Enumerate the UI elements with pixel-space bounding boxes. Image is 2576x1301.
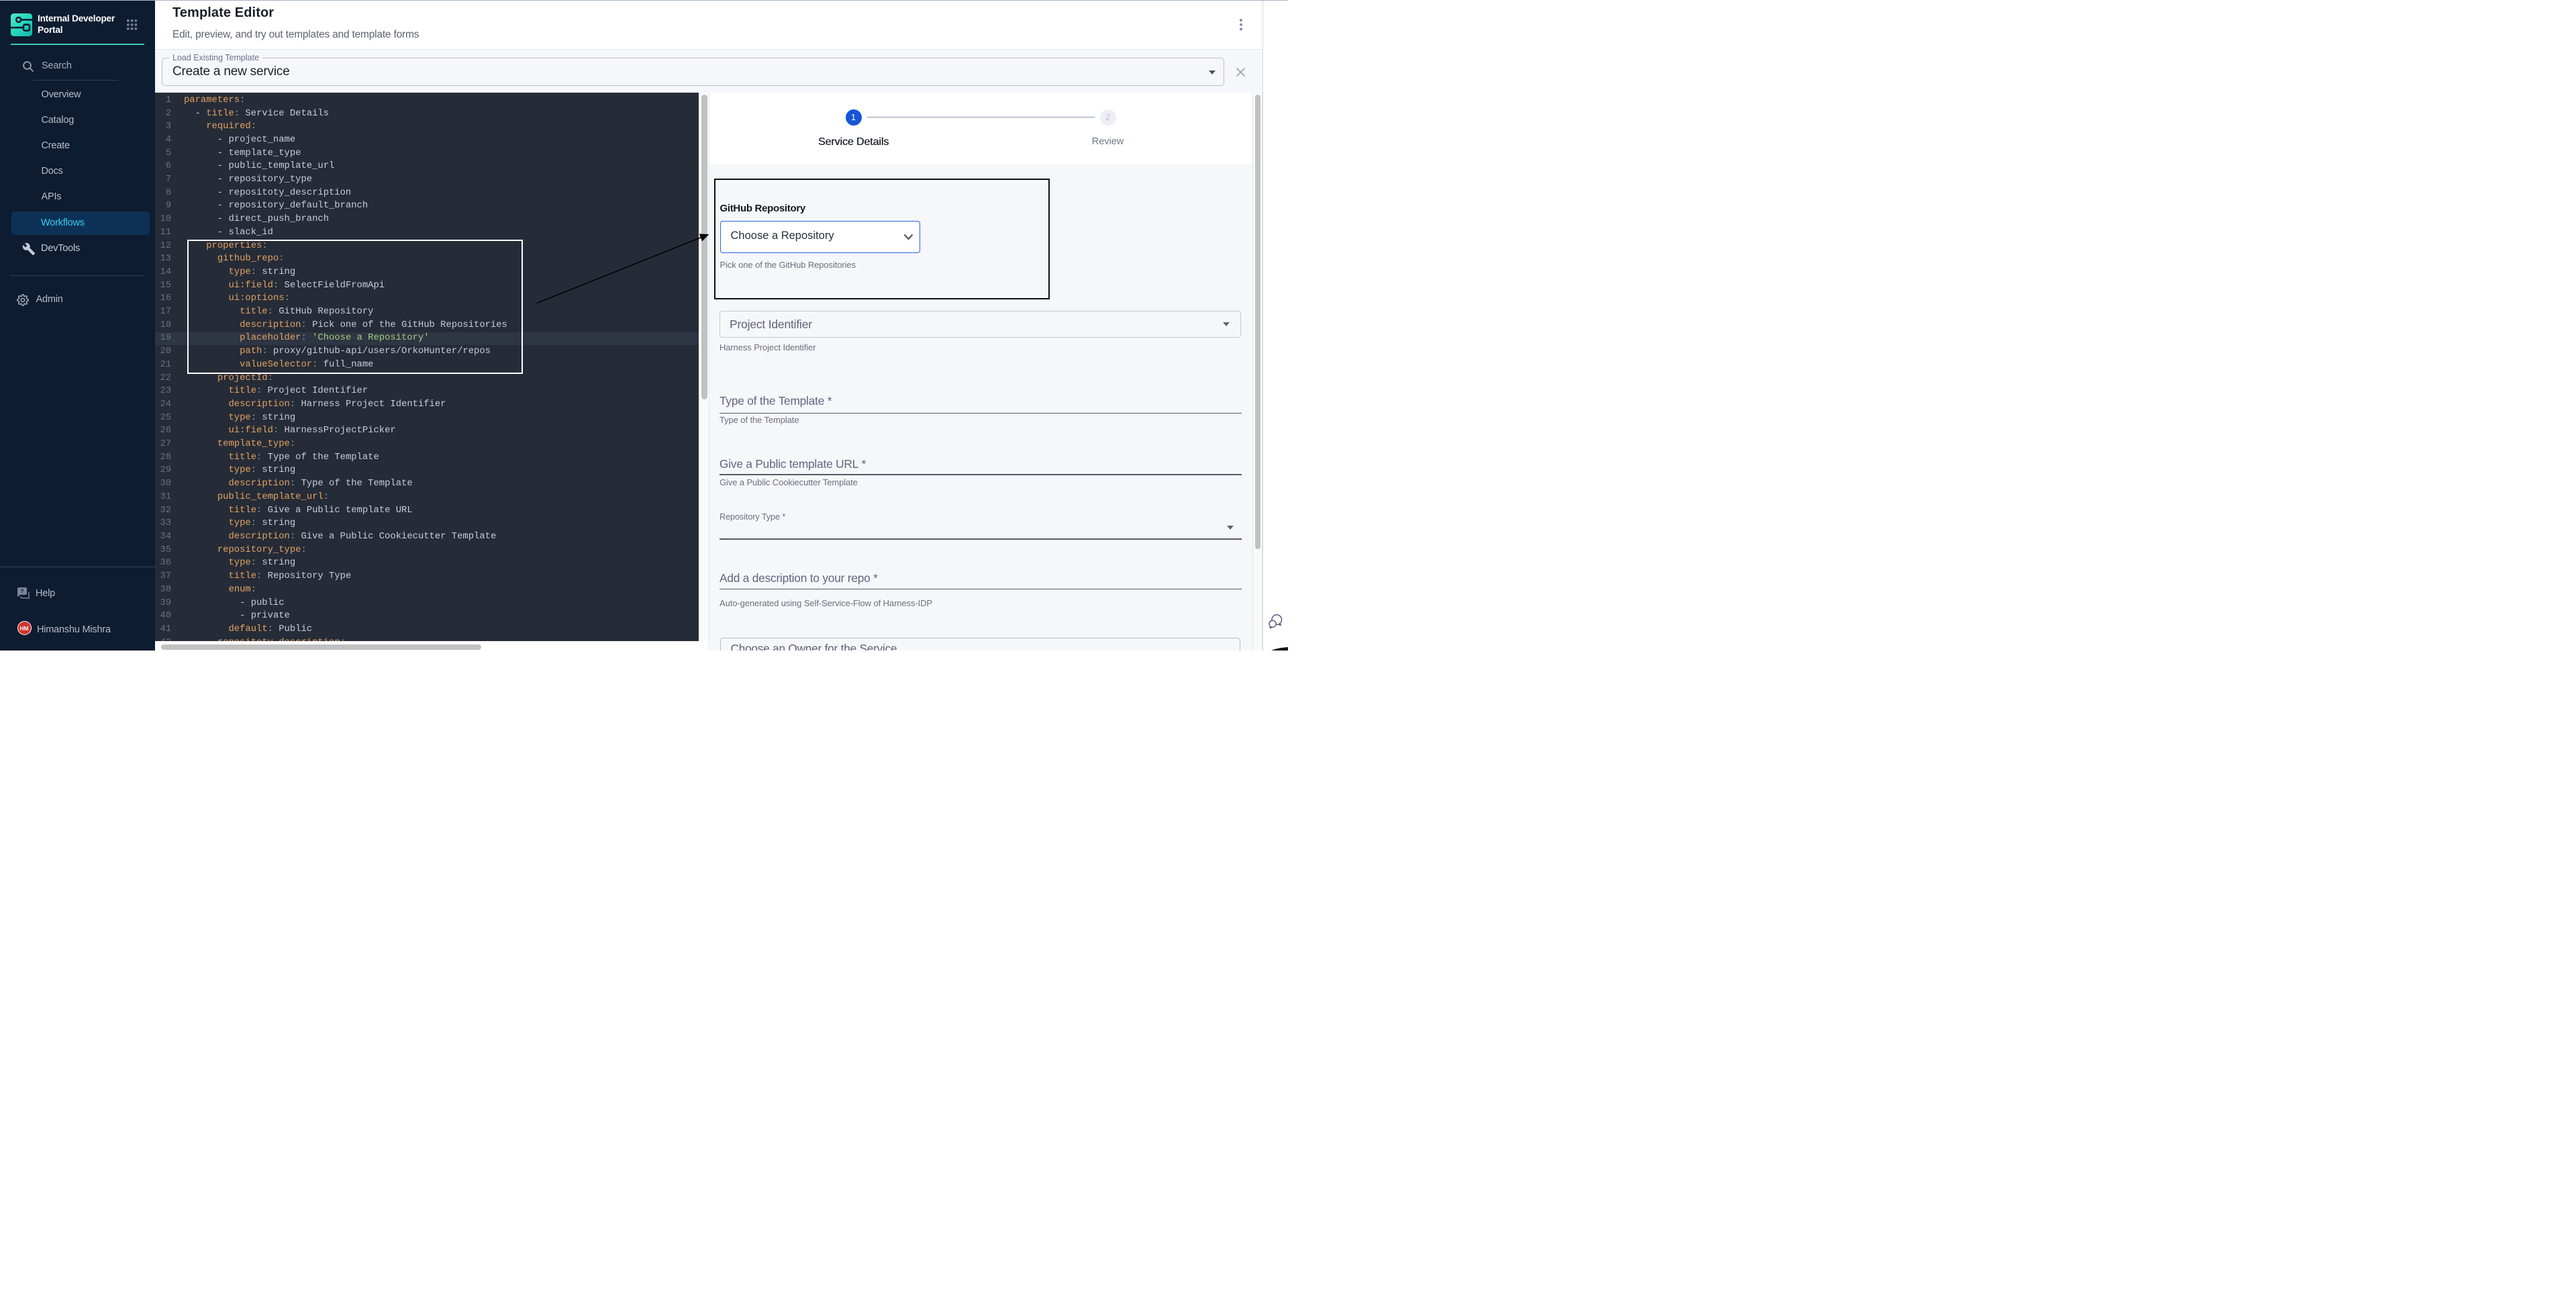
svg-text:?: ? <box>20 587 23 594</box>
